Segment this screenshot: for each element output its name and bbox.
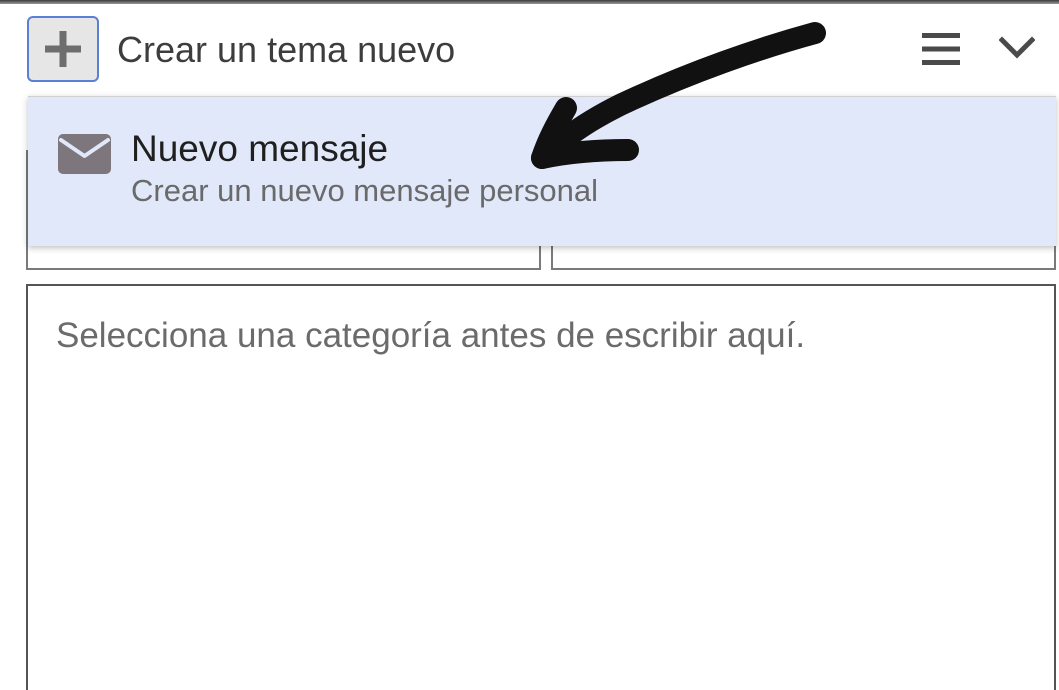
item-description: Crear un nuevo mensaje personal <box>131 173 598 208</box>
hamburger-menu-icon[interactable] <box>922 31 960 67</box>
plus-icon <box>45 31 81 67</box>
envelope-icon <box>58 134 111 174</box>
composer-page: Crear un tema nuevo Selecciona una categ… <box>0 0 1059 690</box>
create-toggle-button[interactable] <box>27 16 99 82</box>
composer-title: Crear un tema nuevo <box>117 29 456 70</box>
top-border <box>0 0 1059 4</box>
create-dropdown-menu: Nuevo mensaje Crear un nuevo mensaje per… <box>28 96 1056 246</box>
message-editor[interactable]: Selecciona una categoría antes de escrib… <box>26 284 1056 690</box>
editor-placeholder: Selecciona una categoría antes de escrib… <box>56 316 806 355</box>
dropdown-item-new-message[interactable]: Nuevo mensaje Crear un nuevo mensaje per… <box>28 97 1056 246</box>
item-title: Nuevo mensaje <box>131 128 389 169</box>
chevron-down-icon[interactable] <box>999 34 1035 62</box>
